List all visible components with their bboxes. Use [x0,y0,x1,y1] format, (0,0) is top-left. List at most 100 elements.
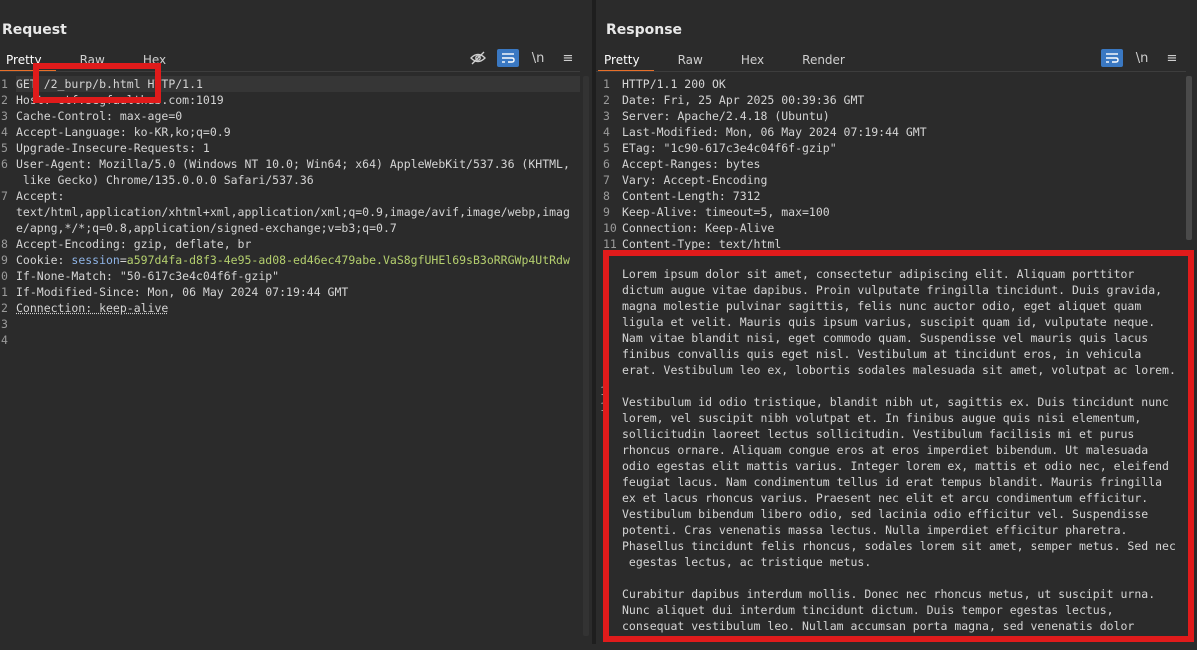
newline-icon[interactable]: \n [527,49,549,67]
request-line-numbers: 1 2 3 4 5 6 7 8 9 0 1 2 3 4 [0,76,13,348]
response-header-line[interactable]: Keep-Alive: timeout=5, max=100 [622,204,1186,220]
cookie-prefix: Cookie: [16,253,72,267]
request-line[interactable] [16,332,580,348]
request-tab-raw[interactable]: Raw [74,50,119,70]
response-header-line[interactable]: Last-Modified: Mon, 06 May 2024 07:19:44… [622,124,1186,140]
line-number: 3 [603,109,610,123]
hamburger-menu-icon[interactable]: ≡ [1161,49,1183,67]
response-header-line[interactable]: HTTP/1.1 200 OK [622,76,1186,92]
line-number: 3 [1,109,8,123]
request-line[interactable]: GET /2_burp/b.html HTTP/1.1 [16,76,580,92]
response-tab-hex[interactable]: Hex [735,50,778,70]
hamburger-menu-icon[interactable]: ≡ [557,49,579,67]
line-number [1,172,13,188]
line-number: 10 [603,221,617,235]
line-number: 2 [603,93,610,107]
request-line[interactable]: e/apng,*/*;q=0.8,application/signed-exch… [16,220,580,236]
response-scrollbar[interactable] [1186,76,1192,240]
request-line[interactable]: text/html,application/xhtml+xml,applicat… [16,204,580,220]
body-text-line: Phasellus tincidunt felis rhoncus, sodal… [622,539,1176,553]
response-header-line[interactable]: Content-Length: 7312 [622,188,1186,204]
response-header-line[interactable]: ETag: "1c90-617c3e4c04f6f-gzip" [622,140,1186,156]
line-number [1,204,13,220]
request-line[interactable]: like Gecko) Chrome/135.0.0.0 Safari/537.… [16,172,580,188]
response-header-line[interactable]: Vary: Accept-Encoding [622,172,1186,188]
request-line[interactable]: Connection: keep-alive [16,300,580,316]
line-number: 1 [600,384,607,398]
request-line-text: User-Agent: Mozilla/5.0 (Windows NT 10.0… [16,157,570,171]
line-number: 3 [1,317,8,331]
newline-icon[interactable]: \n [1131,49,1153,67]
line-number: 9 [603,205,610,219]
request-toolbar: \n ≡ [467,49,587,67]
body-text-line: dictum augue vitae dapibus. Proin vulput… [622,283,1163,297]
request-tab-underline [0,71,580,72]
request-tab-hex[interactable]: Hex [137,50,180,70]
cookie-key: session [71,253,120,267]
line-number [1,220,13,236]
line-number: 0 [1,269,8,283]
request-line[interactable]: If-Modified-Since: Mon, 06 May 2024 07:1… [16,284,580,300]
body-text-line: egestas lectus, ac tristique metus. [622,555,872,569]
line-number: 7 [603,173,610,187]
body-text-line: Vestibulum id odio tristique, blandit ni… [622,395,1169,409]
request-line[interactable]: Accept-Language: ko-KR,ko;q=0.9 [16,124,580,140]
request-tab-pretty[interactable]: Pretty [0,50,56,72]
response-header-line[interactable]: Content-Type: text/html [622,236,1186,252]
line-number: 1 [600,400,607,414]
response-tab-pretty[interactable]: Pretty [598,50,654,72]
line-number: 6 [603,157,610,171]
request-line[interactable]: Upgrade-Insecure-Requests: 1 [16,140,580,156]
line-number: 4 [1,125,8,139]
request-line[interactable]: Accept-Encoding: gzip, deflate, br [16,236,580,252]
request-line[interactable]: User-Agent: Mozilla/5.0 (Windows NT 10.0… [16,156,580,172]
body-text-line: ex et lacus rhoncus varius. Praesent nec… [622,491,1149,505]
request-line[interactable]: Host: ctf.segfaulthub.com:1019 [16,92,580,108]
body-text-line: feugiat lacus. Nam condimentum tellus id… [622,475,1163,489]
line-number: 4 [1,333,8,347]
body-text-line: potenti. Cras venenatis massa lectus. Nu… [622,523,1128,537]
request-line[interactable]: Accept: [16,188,580,204]
line-number: 1 [603,77,610,91]
request-line[interactable]: If-None-Match: "50-617c3e4c04f6f-gzip" [16,268,580,284]
line-number: 9 [1,253,8,267]
response-header-line[interactable]: Connection: Keep-Alive [622,220,1186,236]
body-text-line: odio egestas elit mattis varius. Integer… [622,459,1169,473]
response-tab-raw[interactable]: Raw [672,50,717,70]
request-line-text: Connection: keep-alive [16,301,169,315]
request-line[interactable] [16,316,580,332]
body-text-line: Nunc aliquet dui interdum tincidunt dict… [622,603,1114,617]
request-line-text: Accept-Language: ko-KR,ko;q=0.9 [16,125,231,139]
hide-eye-slash-icon[interactable] [467,49,489,67]
request-title: Request [2,22,67,38]
line-number: 8 [1,237,8,251]
line-number: 2 [1,93,8,107]
body-text-line: lorem, vel suscipit nibh volutpat et. In… [622,411,1142,425]
line-number: 1 [1,285,8,299]
request-line[interactable]: Cache-Control: max-age=0 [16,108,580,124]
response-tabs: Pretty Raw Hex Render [598,50,877,72]
response-title: Response [606,22,683,38]
response-tab-underline [596,71,1186,72]
response-header-line[interactable]: Server: Apache/2.4.18 (Ubuntu) [622,108,1186,124]
line-number: 5 [603,141,610,155]
line-number: 6 [1,157,8,171]
wrap-icon[interactable] [1101,49,1123,67]
request-pane: Request Pretty Raw Hex \n ≡ 1 2 3 4 5 6 7 8 9 0 1 2… [0,0,592,644]
request-line-text: Accept-Encoding: gzip, deflate, br [16,237,252,251]
body-text-line: Lorem ipsum dolor sit amet, consectetur … [622,267,1135,281]
request-line-text: like Gecko) Chrome/135.0.0.0 Safari/537.… [16,173,314,187]
wrap-icon[interactable] [497,49,519,67]
response-body: Lorem ipsum dolor sit amet, consectetur … [622,266,1182,650]
request-line-text: text/html,application/xhtml+xml,applicat… [16,205,570,219]
request-line-text: If-None-Match: "50-617c3e4c04f6f-gzip" [16,269,280,283]
request-line[interactable]: Cookie: session=a597d4fa-d8f3-4e95-ad08-… [16,252,580,268]
request-scrollbar[interactable] [583,76,589,636]
response-header-line[interactable]: Accept-Ranges: bytes [622,156,1186,172]
body-text-line: Curabitur dapibus interdum mollis. Donec… [622,587,1156,601]
response-header-line[interactable]: Date: Fri, 25 Apr 2025 00:39:36 GMT [622,92,1186,108]
request-line-text: Host: ctf.segfaulthub.com:1019 [16,93,224,107]
body-text-line: erat. Vestibulum leo ex, lobortis sodale… [622,363,1176,377]
request-line-text: Upgrade-Insecure-Requests: 1 [16,141,210,155]
response-tab-render[interactable]: Render [796,50,859,70]
